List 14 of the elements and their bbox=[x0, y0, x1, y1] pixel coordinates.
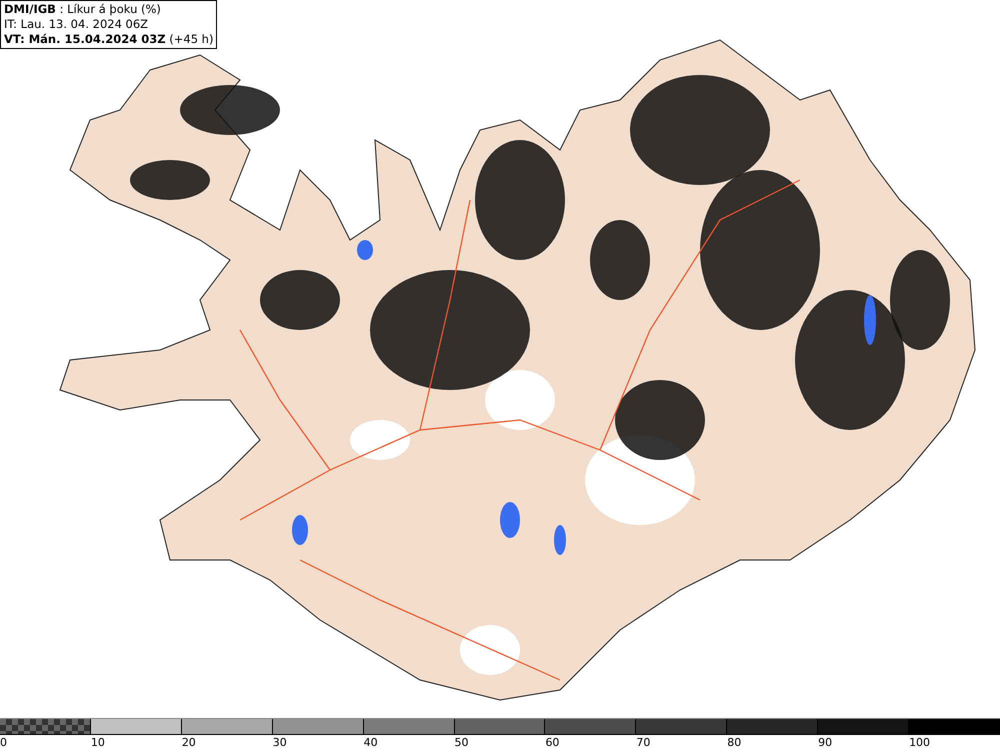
header-line: DMI/IGB : Líkur á þoku (%) bbox=[4, 2, 162, 17]
legend-label: 20 bbox=[182, 736, 196, 749]
legend-label: 50 bbox=[454, 736, 469, 749]
legend-label: 0 bbox=[0, 736, 7, 749]
header-line: IT: Lau. 13. 04. 2024 06Z bbox=[4, 17, 150, 32]
legend-label: 30 bbox=[272, 736, 287, 749]
legend-label: 70 bbox=[636, 736, 650, 749]
legend-label: 100 bbox=[909, 736, 930, 749]
legend-label: 60 bbox=[545, 736, 560, 749]
legend-label: 10 bbox=[90, 736, 105, 749]
legend-label: 90 bbox=[818, 736, 832, 749]
legend-label: 80 bbox=[727, 736, 742, 749]
legend-label: 40 bbox=[364, 736, 378, 749]
header-line: VT: Mán. 15.04.2024 03Z (+45 h) bbox=[4, 32, 214, 47]
